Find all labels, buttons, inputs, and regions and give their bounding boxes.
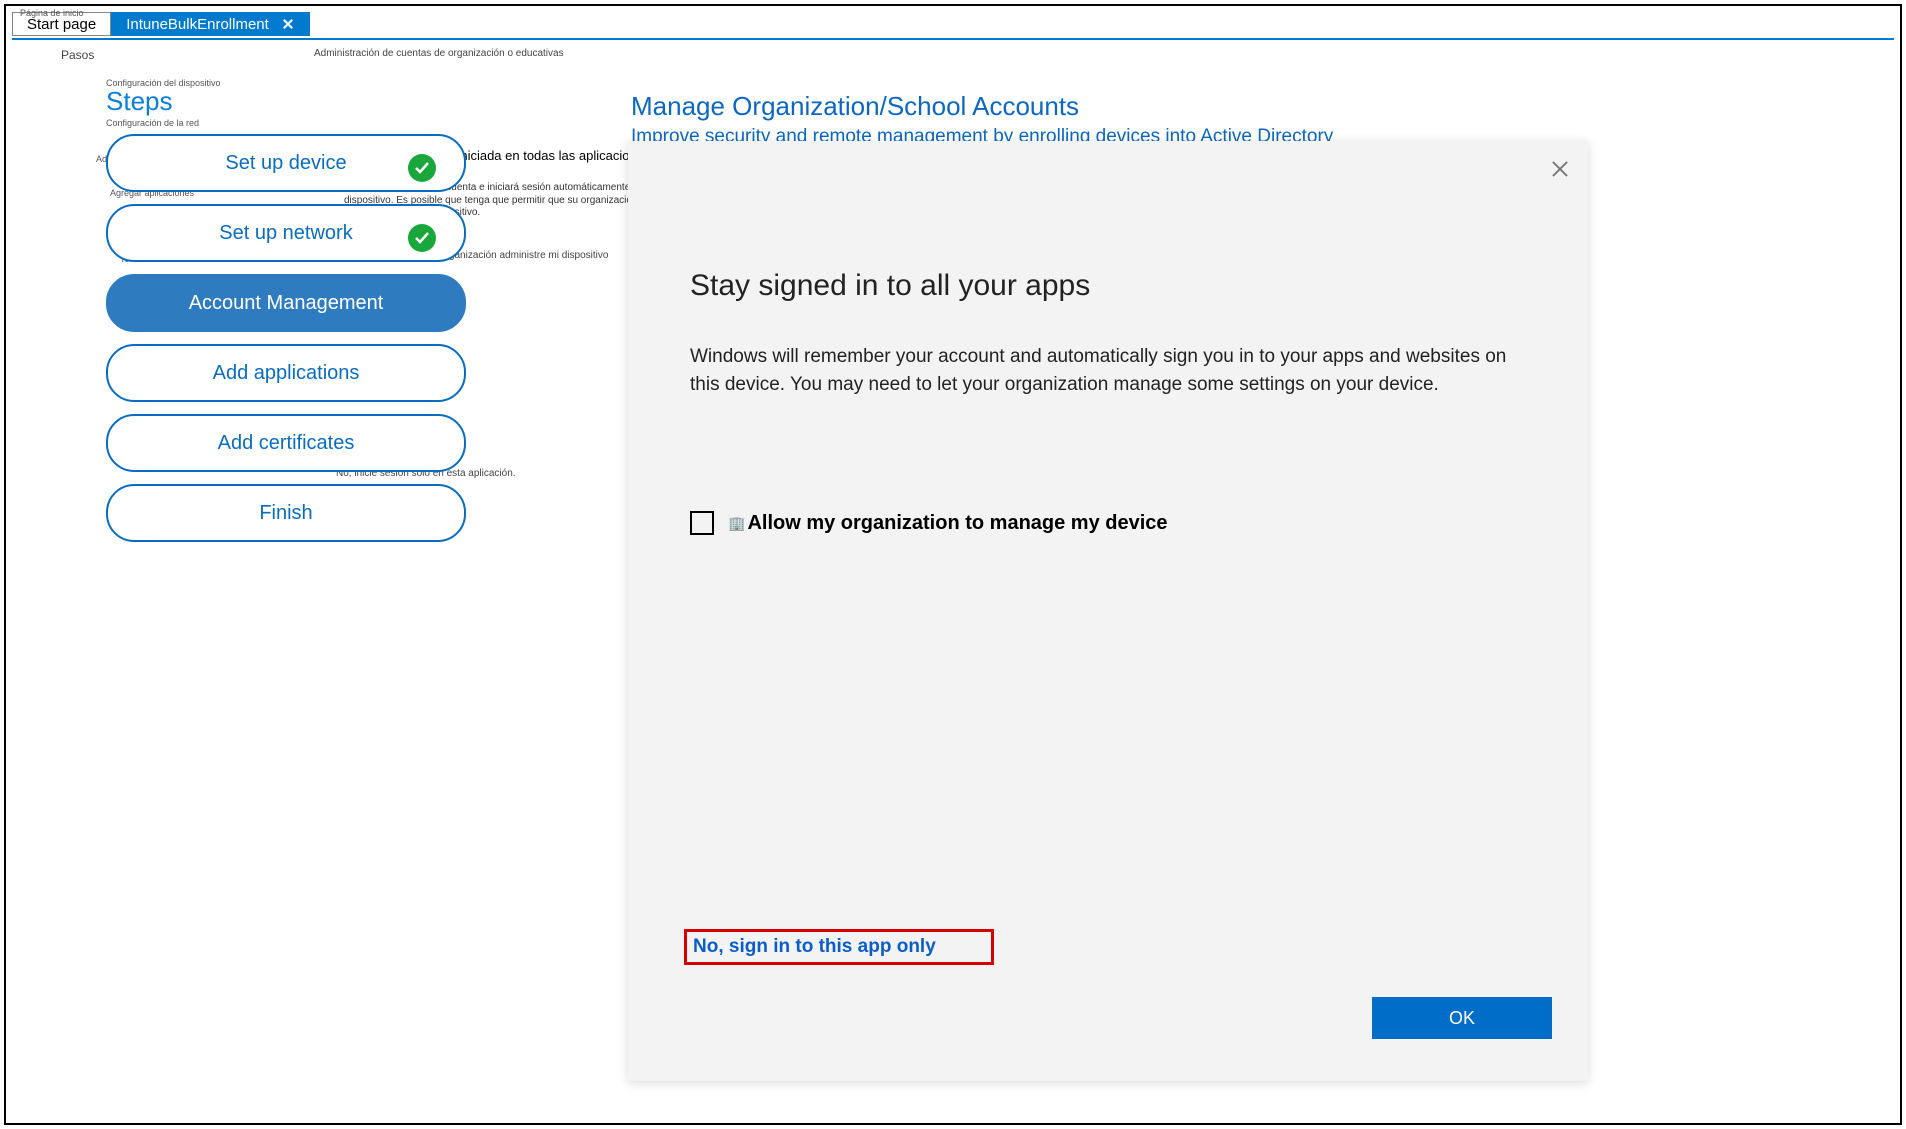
tab-intune-bulk-label: IntuneBulkEnrollment [126,16,269,33]
allow-manage-checkbox-row[interactable]: 🏢 Allow my organization to manage my dev… [690,511,1168,535]
ghost-admin-cuentas-org: Administración de cuentas de organizació… [314,48,564,59]
sign-in-app-only-link[interactable]: No, sign in to this app only [693,936,936,958]
tab-start-page-label: Start page [27,16,96,33]
step-setup-network-label: Set up network [219,222,352,245]
step-account-management[interactable]: Account Management [106,274,466,332]
step-account-management-label: Account Management [189,292,384,315]
ghost-pasos: Pasos [61,48,94,62]
step-add-certificates-label: Add certificates [218,432,355,455]
tab-intune-bulk[interactable]: IntuneBulkEnrollment [111,12,310,36]
ok-button[interactable]: OK [1372,997,1552,1039]
page-title: Manage Organization/School Accounts [631,91,1079,122]
dialog-title: Stay signed in to all your apps [690,269,1526,303]
close-icon[interactable] [1550,159,1570,179]
sign-in-app-only-highlight: No, sign in to this app only [684,929,994,965]
checkbox-icon[interactable] [690,511,714,535]
step-add-applications[interactable]: Add applications [106,344,466,402]
dialog-text: Windows will remember your account and a… [690,343,1510,398]
step-add-applications-label: Add applications [213,362,360,385]
close-tab-icon[interactable] [281,17,295,31]
building-icon: 🏢 [728,515,745,532]
step-add-certificates[interactable]: Add certificates [106,414,466,472]
ok-button-label: OK [1449,1008,1475,1029]
step-finish[interactable]: Finish [106,484,466,542]
step-finish-label: Finish [259,502,312,525]
step-setup-device-label: Set up device [225,152,346,175]
tab-underline [12,38,1894,40]
dialog-body: Stay signed in to all your apps Windows … [690,269,1526,398]
ghost-config-red: Configuración de la red [106,118,199,128]
check-icon [408,224,436,252]
allow-manage-label: Allow my organization to manage my devic… [747,512,1167,535]
check-icon [408,154,436,182]
stay-signed-in-dialog: Stay signed in to all your apps Windows … [628,141,1588,1081]
steps-heading: Steps [106,86,173,117]
ghost-pagina-inicio: Página de inicio [20,8,84,18]
app-frame: Start page IntuneBulkEnrollment Página d… [4,4,1902,1125]
